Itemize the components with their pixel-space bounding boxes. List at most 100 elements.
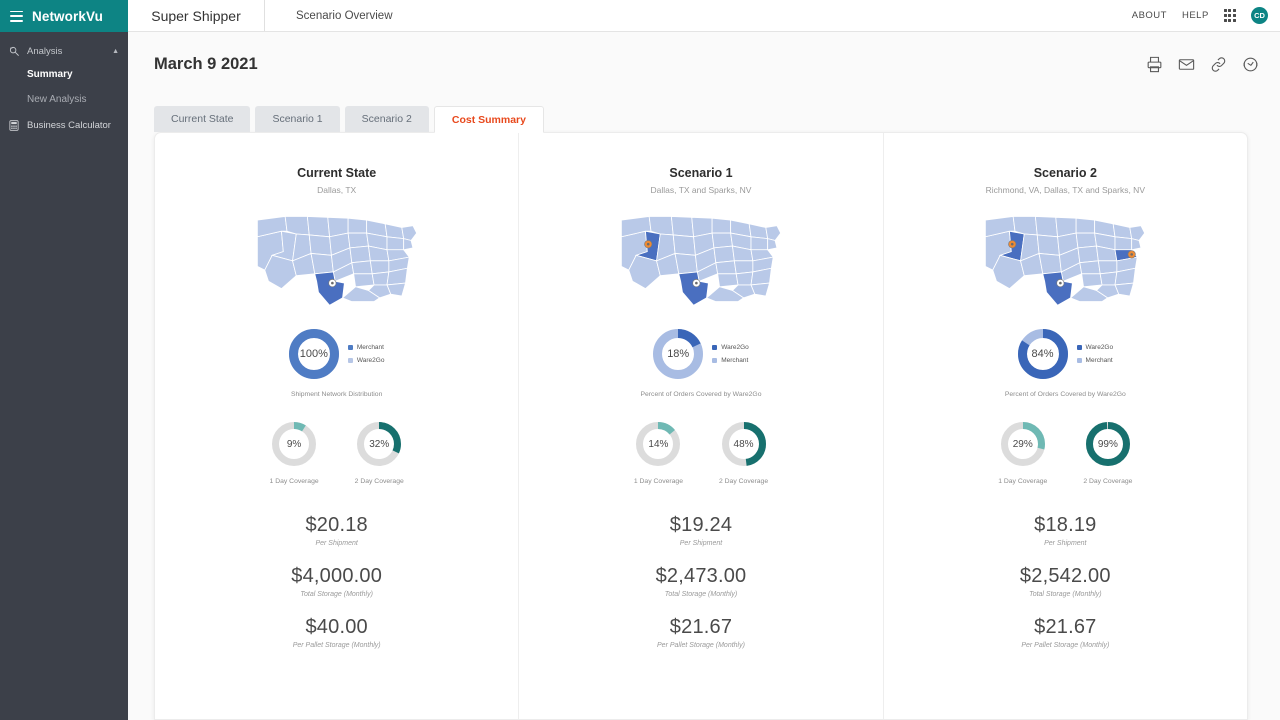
brand-block: NetworkVu (0, 0, 128, 32)
legend-swatch (1076, 345, 1082, 350)
donut-legend: Ware2Go Merchant (712, 344, 749, 364)
donut-caption: Shipment Network Distribution (290, 391, 383, 398)
metric-value: $2,473.00 (655, 565, 747, 587)
brand-name: NetworkVu (32, 8, 103, 24)
cost-metric: $2,473.00 Total Storage (Monthly) (656, 565, 747, 598)
cost-metrics: $18.19 Per Shipment $2,542.00 Total Stor… (1020, 514, 1111, 649)
network-distribution-chart: 100% Merchant Ware2Go (155, 329, 518, 379)
legend-label: Ware2Go (1085, 344, 1114, 351)
cost-metric: $40.00 Per Pallet Storage (Monthly) (293, 616, 381, 649)
legend-label: Merchant (1085, 357, 1113, 364)
chevron-up-icon[interactable]: ▲ (112, 48, 119, 55)
gauge-label: 1 Day Coverage (633, 478, 683, 485)
donut-legend: Ware2Go Merchant (1076, 344, 1114, 364)
sidebar-item-summary[interactable]: Summary (0, 62, 128, 87)
donut-caption: Percent of Orders Covered by Ware2Go (640, 391, 762, 398)
coverage-gauge-cell: 29% 1 Day Coverage (998, 422, 1047, 485)
scenario-tabs: Current State Scenario 1 Scenario 2 Cost… (154, 106, 544, 133)
sidebar-item-new-analysis[interactable]: New Analysis (0, 87, 128, 112)
coverage-gauge-cell: 9% 1 Day Coverage (270, 422, 319, 485)
page-title: March 9 2021 (154, 54, 258, 73)
sidebar-item-business-calculator[interactable]: Business Calculator (0, 112, 128, 138)
donut-value: 18% (667, 348, 690, 360)
donut-chart: 100% (288, 329, 339, 379)
cost-metric: $18.19 Per Shipment (1034, 514, 1096, 547)
cost-metric: $19.24 Per Shipment (670, 514, 732, 547)
page-header: March 9 2021 (128, 32, 1280, 96)
coverage-gauge: 48% (721, 422, 766, 466)
column-subtitle: Dallas, TX and Sparks, NV (650, 185, 752, 195)
sidebar-group-analysis[interactable]: Analysis ▲ (0, 40, 128, 62)
tab-cost-summary[interactable]: Cost Summary (433, 106, 544, 133)
donut-caption: Percent of Orders Covered by Ware2Go (1004, 391, 1126, 398)
metric-value: $4,000.00 (291, 565, 383, 587)
legend-item: Merchant (712, 357, 749, 364)
legend-item: Ware2Go (712, 344, 749, 351)
gauge-value: 32% (369, 438, 390, 450)
grid-apps-icon[interactable] (1223, 9, 1236, 22)
donut-chart: 84% (1017, 329, 1068, 379)
legend-label: Ware2Go (356, 357, 385, 364)
about-link[interactable]: ABOUT (1132, 10, 1167, 21)
column-subtitle: Richmond, VA, Dallas, TX and Sparks, NV (985, 185, 1145, 195)
tab-scenario-1[interactable]: Scenario 1 (255, 106, 340, 132)
print-icon[interactable] (1143, 53, 1165, 75)
coverage-gauges: 29% 1 Day Coverage 99% 2 Day Coverage (998, 422, 1132, 485)
metric-value: $20.18 (305, 514, 368, 536)
coverage-gauge: 9% (272, 422, 317, 466)
gauge-label: 1 Day Coverage (998, 478, 1048, 485)
metric-value: $2,542.00 (1019, 565, 1111, 587)
coverage-gauge: 99% (1085, 422, 1130, 466)
metric-value: $40.00 (305, 616, 368, 638)
gauge-value: 9% (286, 438, 302, 450)
legend-swatch (347, 358, 353, 363)
legend-swatch (712, 358, 718, 363)
app-title: Super Shipper (128, 0, 265, 31)
sidebar-group-label: Analysis (27, 45, 63, 57)
cost-metric: $21.67 Per Pallet Storage (Monthly) (657, 616, 745, 649)
page-actions (1143, 53, 1261, 75)
coverage-gauge-cell: 32% 2 Day Coverage (355, 422, 404, 485)
tab-current-state[interactable]: Current State (154, 106, 251, 132)
email-icon[interactable] (1175, 53, 1197, 75)
coverage-gauge-cell: 14% 1 Day Coverage (634, 422, 683, 485)
legend-label: Merchant (721, 357, 749, 364)
tab-scenario-2[interactable]: Scenario 2 (344, 106, 429, 132)
legend-item: Ware2Go (1076, 344, 1114, 351)
scenario-column: Current State Dallas, TX 100% Merchant W… (155, 133, 518, 719)
network-distribution-chart: 18% Ware2Go Merchant (519, 329, 882, 379)
cost-metrics: $20.18 Per Shipment $4,000.00 Total Stor… (291, 514, 382, 649)
legend-label: Merchant (356, 344, 384, 351)
breadcrumb: Scenario Overview (296, 9, 393, 22)
calculator-icon (9, 119, 22, 131)
sidebar: Analysis ▲ Summary New Analysis Business… (0, 32, 128, 720)
network-distribution-chart: 84% Ware2Go Merchant (884, 329, 1247, 379)
metric-label: Per Shipment (315, 540, 358, 547)
legend-swatch (347, 345, 353, 350)
sidebar-item-label: Business Calculator (27, 119, 111, 131)
metric-value: $21.67 (669, 616, 733, 638)
metric-value: $21.67 (1034, 616, 1097, 638)
donut-value: 84% (1031, 348, 1054, 360)
metric-label: Per Pallet Storage (Monthly) (657, 642, 745, 649)
coverage-gauge: 14% (636, 422, 681, 466)
scenario-column: Scenario 2 Richmond, VA, Dallas, TX and … (882, 133, 1247, 719)
content-area: March 9 2021 Current State Scenario 1 Sc… (128, 32, 1280, 720)
gauge-value: 99% (1097, 438, 1118, 450)
legend-item: Merchant (1076, 357, 1114, 364)
avatar[interactable]: CD (1251, 7, 1268, 24)
column-subtitle: Dallas, TX (317, 185, 357, 195)
legend-swatch (712, 345, 718, 350)
hamburger-icon[interactable] (10, 10, 23, 22)
column-title: Scenario 1 (669, 166, 733, 180)
us-map (242, 209, 432, 309)
metric-label: Per Shipment (679, 540, 723, 547)
link-icon[interactable] (1207, 53, 1229, 75)
support-icon[interactable] (1239, 53, 1261, 75)
coverage-gauges: 14% 1 Day Coverage 48% 2 Day Coverage (634, 422, 768, 485)
help-link[interactable]: HELP (1182, 10, 1209, 21)
coverage-gauges: 9% 1 Day Coverage 32% 2 Day Coverage (270, 422, 404, 485)
gauge-label: 2 Day Coverage (718, 478, 769, 485)
us-map (606, 209, 796, 309)
metric-label: Total Storage (Monthly) (1029, 591, 1102, 598)
